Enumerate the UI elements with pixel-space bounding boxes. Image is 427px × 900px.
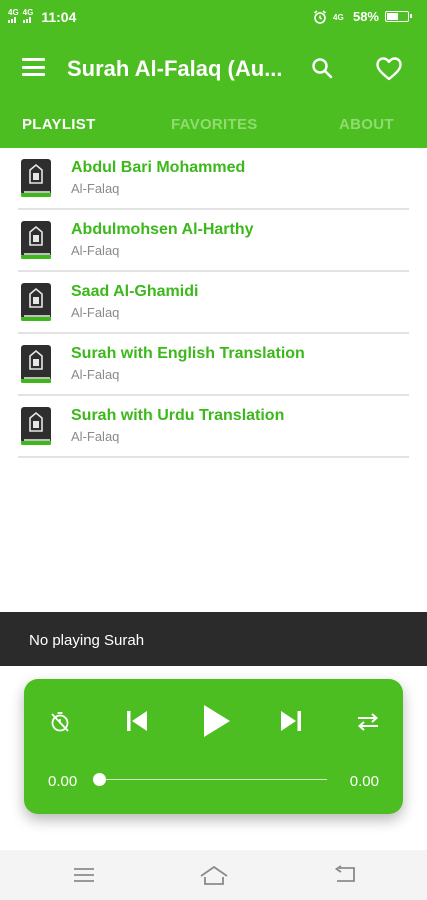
home-icon[interactable]: [199, 864, 229, 886]
skip-previous-icon[interactable]: [124, 708, 150, 734]
list-item[interactable]: Surah with English Translation Al-Falaq: [18, 334, 409, 396]
item-title: Surah with English Translation: [71, 345, 305, 362]
item-title: Surah with Urdu Translation: [71, 407, 285, 424]
network-label-2: 4G: [22, 8, 34, 17]
battery-icon: [385, 11, 412, 22]
network-indicator-2: 4G: [22, 8, 34, 25]
item-title: Abdulmohsen Al-Harthy: [71, 221, 254, 238]
current-time: 0.00: [48, 773, 78, 790]
now-playing-text: No playing Surah: [29, 632, 145, 649]
player-controls: 0.00 0.00: [24, 679, 403, 814]
tab-bar: PLAYLIST FAVORITES ABOUT: [0, 102, 427, 148]
svg-text:4G: 4G: [333, 13, 344, 22]
app-bar: Surah Al-Falaq (Au...: [0, 34, 427, 102]
item-subtitle: Al-Falaq: [71, 429, 120, 444]
seek-track[interactable]: [99, 779, 327, 780]
now-playing-bar: No playing Surah: [0, 612, 427, 666]
item-subtitle: Al-Falaq: [71, 367, 120, 382]
network-label-1: 4G: [8, 8, 19, 17]
list-item[interactable]: Surah with Urdu Translation Al-Falaq: [18, 396, 409, 458]
list-item[interactable]: Saad Al-Ghamidi Al-Falaq: [18, 272, 409, 334]
tab-playlist[interactable]: PLAYLIST: [22, 116, 96, 133]
status-bar-left: 4G 4G 11:04: [8, 9, 76, 25]
system-nav-bar: [0, 850, 427, 900]
playlist: Abdul Bari Mohammed Al-Falaq Abdulmohsen…: [18, 148, 409, 458]
back-icon[interactable]: [333, 865, 357, 885]
item-title: Saad Al-Ghamidi: [71, 283, 199, 300]
alarm-icon: [313, 9, 326, 24]
repeat-icon[interactable]: [355, 710, 381, 734]
status-time: 11:04: [41, 9, 77, 25]
item-subtitle: Al-Falaq: [71, 305, 120, 320]
quran-book-icon: [21, 221, 51, 259]
play-icon[interactable]: [200, 703, 232, 739]
menu-icon[interactable]: [22, 58, 45, 76]
item-title: Abdul Bari Mohammed: [71, 159, 246, 176]
tab-favorites[interactable]: FAVORITES: [171, 116, 258, 133]
seek-thumb[interactable]: [92, 773, 106, 786]
list-item[interactable]: Abdul Bari Mohammed Al-Falaq: [18, 148, 409, 210]
list-item[interactable]: Abdulmohsen Al-Harthy Al-Falaq: [18, 210, 409, 272]
search-icon[interactable]: [310, 56, 334, 80]
skip-next-icon[interactable]: [278, 708, 304, 734]
battery-percent: 58%: [352, 9, 379, 24]
data-4g-icon: 4G: [333, 13, 344, 22]
signal-icon: [22, 17, 31, 23]
timer-off-icon[interactable]: [48, 710, 72, 734]
status-bar: 4G 4G 11:04 4G 58%: [0, 0, 427, 34]
quran-book-icon: [21, 345, 51, 383]
recent-apps-icon[interactable]: [73, 867, 95, 883]
page-title: Surah Al-Falaq (Au...: [67, 56, 283, 81]
heart-icon[interactable]: [375, 56, 403, 82]
quran-book-icon: [21, 159, 51, 197]
battery-fill: [387, 13, 398, 20]
status-bar-right: 4G 58%: [313, 9, 412, 24]
quran-book-icon: [21, 407, 51, 445]
total-time: 0.00: [349, 773, 379, 790]
item-subtitle: Al-Falaq: [71, 243, 120, 258]
quran-book-icon: [21, 283, 51, 321]
signal-icon: [8, 17, 16, 23]
network-indicator-1: 4G: [8, 9, 19, 25]
item-subtitle: Al-Falaq: [71, 181, 120, 196]
tab-about[interactable]: ABOUT: [339, 116, 394, 133]
